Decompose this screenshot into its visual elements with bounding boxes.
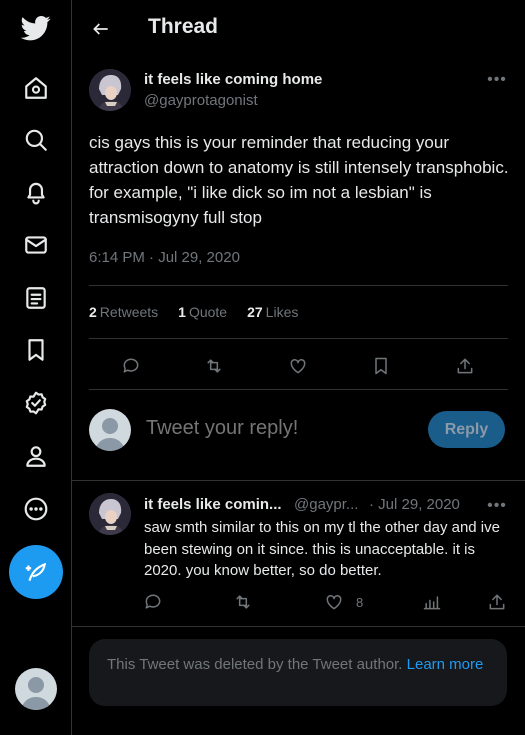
reply-author-avatar[interactable]: [89, 493, 131, 535]
learn-more-link[interactable]: Learn more: [407, 656, 484, 673]
back-arrow-icon[interactable]: [86, 14, 116, 44]
reply-share-icon[interactable]: [485, 590, 509, 614]
more-icon[interactable]: [18, 491, 54, 527]
divider: [89, 285, 508, 286]
reply-reply-icon[interactable]: [141, 590, 165, 614]
quotes-stat[interactable]: 1 Quote: [178, 304, 227, 320]
reply-like-count: 8: [356, 595, 364, 610]
bookmarks-icon[interactable]: [18, 332, 54, 368]
reply-author-name[interactable]: it feels like comin...: [144, 496, 282, 513]
more-options-icon[interactable]: •••: [485, 70, 509, 90]
notifications-icon[interactable]: [18, 174, 54, 210]
author-handle[interactable]: @gayprotagonist: [144, 92, 258, 109]
divider: [89, 338, 508, 339]
composer-avatar: [89, 409, 131, 451]
header: Thread: [72, 0, 525, 58]
reply-input[interactable]: [146, 417, 416, 440]
retweet-icon[interactable]: [202, 354, 226, 378]
lists-icon[interactable]: [18, 280, 54, 316]
share-icon[interactable]: [453, 354, 477, 378]
reply-button[interactable]: Reply: [428, 411, 505, 448]
tweet-text: cis gays this is your reminder that redu…: [89, 133, 509, 227]
author-avatar[interactable]: [89, 69, 131, 111]
sidebar: [0, 0, 72, 735]
divider: [72, 626, 525, 627]
retweets-stat[interactable]: 2 Retweets: [89, 304, 158, 320]
compose-tweet-icon: [25, 562, 47, 581]
reply-icon[interactable]: [119, 354, 143, 378]
deleted-tweet-notice: This Tweet was deleted by the Tweet auth…: [89, 639, 507, 706]
reply-author-handle[interactable]: @gaypr...: [294, 496, 358, 513]
divider: [89, 389, 508, 390]
compose-tweet-button[interactable]: [9, 545, 63, 599]
search-icon[interactable]: [18, 122, 54, 158]
bookmark-icon[interactable]: [369, 354, 393, 378]
messages-icon[interactable]: [18, 227, 54, 263]
author-name[interactable]: it feels like coming home: [144, 71, 322, 88]
divider: [72, 480, 525, 481]
tweet-stats: 2 Retweets 1 Quote 27 Likes: [89, 304, 318, 320]
main-column: Thread it feels like coming home @gaypro…: [72, 0, 525, 735]
reply-text: saw smth similar to this on my tl the ot…: [144, 519, 500, 579]
reply-retweet-icon[interactable]: [231, 590, 255, 614]
deleted-notice-text: This Tweet was deleted by the Tweet auth…: [107, 656, 403, 673]
reply-more-options-icon[interactable]: •••: [485, 496, 509, 516]
reply-like-icon[interactable]: [322, 590, 346, 614]
reply-date[interactable]: · Jul 29, 2020: [369, 496, 460, 513]
likes-stat[interactable]: 27 Likes: [247, 304, 298, 320]
verified-icon[interactable]: [18, 385, 54, 421]
like-icon[interactable]: [286, 354, 310, 378]
tweet-timestamp[interactable]: 6:14 PM · Jul 29, 2020: [89, 249, 240, 266]
account-avatar[interactable]: [15, 668, 57, 710]
page-title: Thread: [148, 15, 219, 38]
twitter-logo-icon[interactable]: [18, 10, 54, 46]
analytics-icon[interactable]: [420, 590, 444, 614]
profile-icon[interactable]: [18, 438, 54, 474]
home-icon[interactable]: [18, 70, 54, 106]
